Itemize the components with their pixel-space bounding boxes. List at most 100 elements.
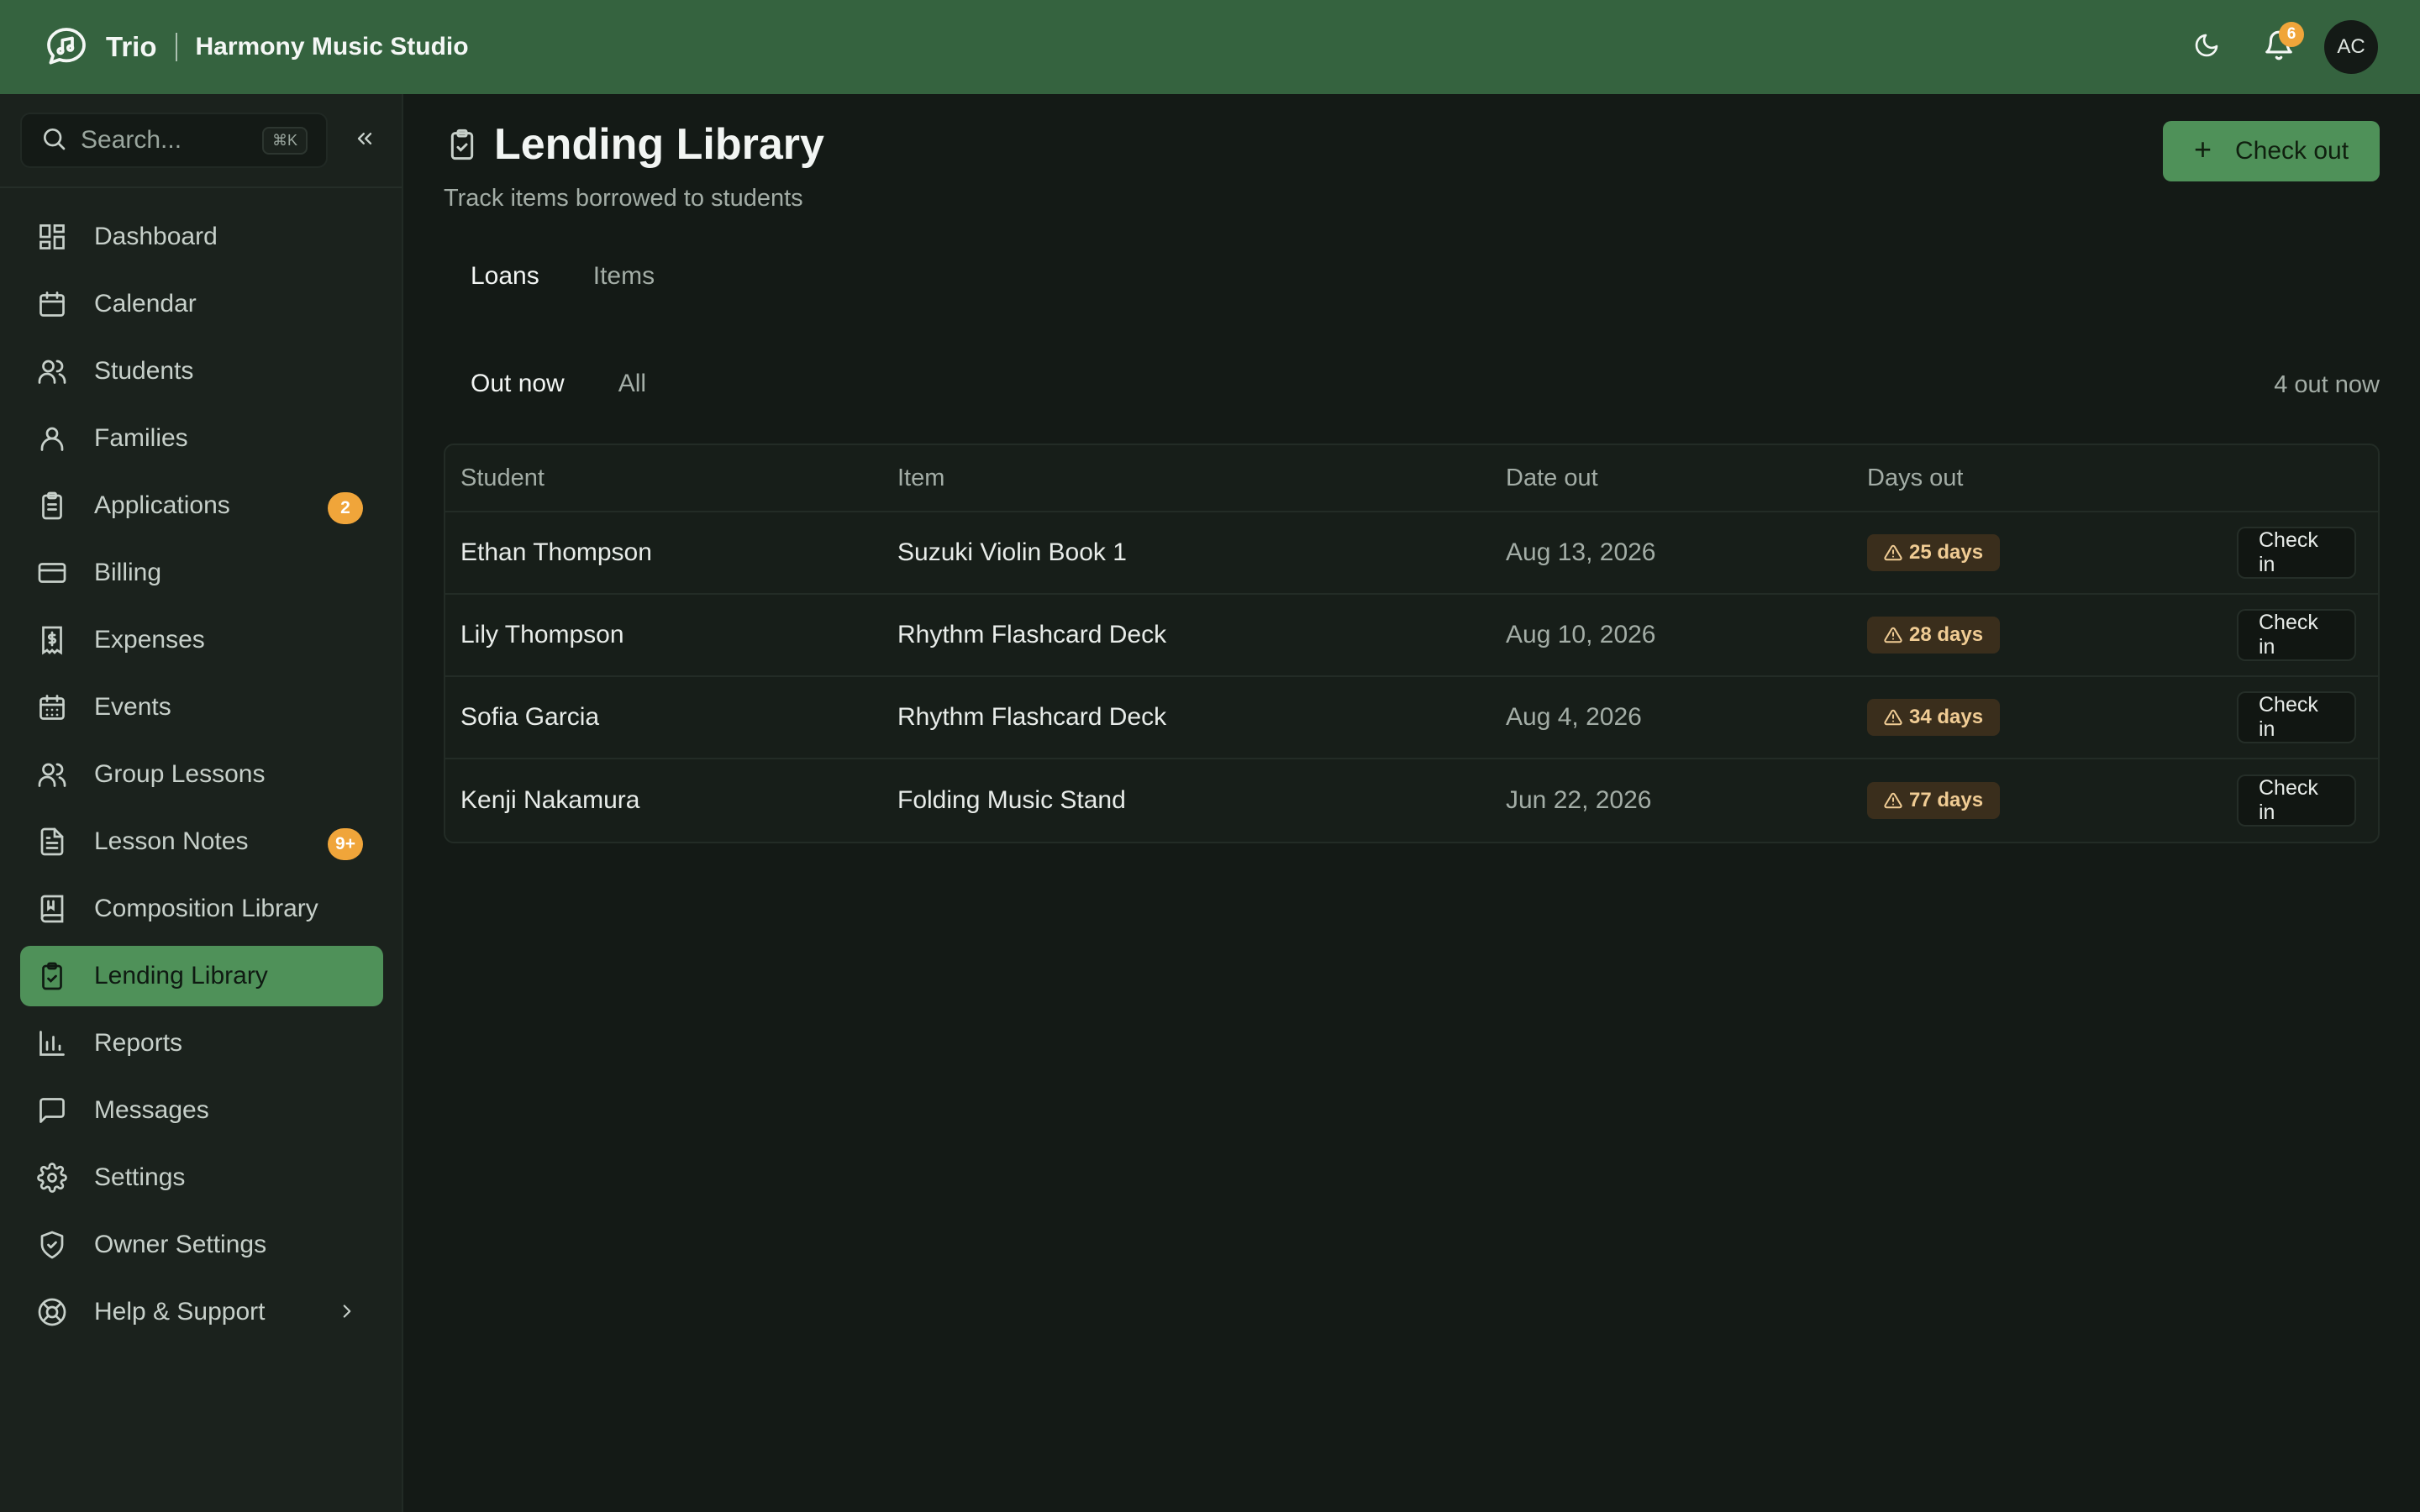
clipboard-check-icon (444, 126, 481, 163)
sidebar-item-group-lessons[interactable]: Group Lessons (20, 744, 383, 805)
sidebar-item-lesson-notes[interactable]: Lesson Notes 9+ (20, 811, 383, 872)
credit-card-icon (35, 556, 69, 590)
overdue-badge: 25 days (1867, 534, 2001, 571)
filter-all[interactable]: All (592, 361, 673, 407)
sidebar-item-label: Billing (94, 559, 162, 586)
sidebar-item-label: Group Lessons (94, 760, 266, 788)
check-in-button[interactable]: Check in (2237, 691, 2356, 743)
sidebar-item-settings[interactable]: Settings (20, 1147, 383, 1208)
notifications-button[interactable]: 6 (2252, 20, 2306, 74)
sidebar-item-messages[interactable]: Messages (20, 1080, 383, 1141)
sidebar-item-applications[interactable]: Applications 2 (20, 475, 383, 536)
clipboard-icon (35, 489, 69, 522)
sidebar-item-label: Lending Library (94, 962, 268, 990)
date-out-cell: Aug 4, 2026 (1506, 703, 1642, 731)
check-in-button[interactable]: Check in (2237, 527, 2356, 579)
sidebar-item-dashboard[interactable]: Dashboard (20, 207, 383, 267)
sidebar-item-label: Composition Library (94, 895, 318, 922)
brand-divider (175, 33, 177, 61)
sidebar-item-owner-settings[interactable]: Owner Settings (20, 1215, 383, 1275)
sidebar-item-label: Students (94, 357, 194, 385)
days-out-value: 28 days (1909, 623, 1984, 646)
app-name: Trio (106, 31, 157, 62)
warning-icon (1884, 626, 1902, 644)
column-header-date-out[interactable]: Date out (1506, 465, 1867, 492)
check-out-button[interactable]: + Check out (2163, 121, 2380, 181)
overdue-badge: 28 days (1867, 617, 2001, 654)
plus-icon: + (2193, 132, 2212, 166)
shield-icon (35, 1228, 69, 1262)
message-icon (35, 1094, 69, 1127)
sidebar-item-calendar[interactable]: Calendar (20, 274, 383, 334)
lifebuoy-icon (35, 1295, 69, 1329)
chevron-right-icon (336, 1300, 358, 1326)
notification-count-badge: 6 (2279, 22, 2304, 47)
overdue-badge: 34 days (1867, 699, 2001, 736)
overdue-badge: 77 days (1867, 782, 2001, 819)
user-avatar[interactable]: AC (2324, 20, 2378, 74)
page-header: Lending Library Track items borrowed to … (444, 119, 824, 213)
sidebar-item-composition-library[interactable]: Composition Library (20, 879, 383, 939)
item-cell: Rhythm Flashcard Deck (897, 621, 1167, 648)
brand[interactable]: Trio Harmony Music Studio (42, 0, 469, 94)
days-out-value: 25 days (1909, 541, 1984, 564)
date-out-cell: Jun 22, 2026 (1506, 786, 1652, 814)
student-cell: Lily Thompson (460, 621, 624, 648)
column-header-student[interactable]: Student (445, 465, 897, 492)
clipboard-check-icon (35, 959, 69, 993)
column-header-days-out[interactable]: Days out (1867, 465, 2237, 492)
theme-toggle-button[interactable] (2180, 20, 2233, 74)
sidebar-item-label: Events (94, 693, 171, 721)
user-icon (35, 422, 69, 455)
sidebar-item-expenses[interactable]: Expenses (20, 610, 383, 670)
loans-count-text: 4 out now (2274, 371, 2380, 398)
student-cell: Sofia Garcia (460, 703, 600, 731)
studio-name: Harmony Music Studio (195, 33, 469, 60)
moon-icon (2193, 32, 2220, 63)
collapse-sidebar-button[interactable] (348, 123, 381, 157)
dashboard-icon (35, 220, 69, 254)
column-header-item[interactable]: Item (897, 465, 1506, 492)
calendar-icon (35, 287, 69, 321)
filter-tabs: Out now All (444, 361, 673, 407)
students-icon (35, 354, 69, 388)
search-shortcut-hint: ⌘K (261, 126, 308, 155)
gear-icon (35, 1161, 69, 1194)
sidebar-nav: Dashboard Calendar Students Families App… (0, 188, 402, 1342)
sidebar-item-events[interactable]: Events (20, 677, 383, 738)
item-cell: Rhythm Flashcard Deck (897, 703, 1167, 731)
sidebar-item-label: Families (94, 424, 188, 452)
sidebar-item-label: Calendar (94, 290, 197, 318)
sidebar-item-billing[interactable]: Billing (20, 543, 383, 603)
tab-items[interactable]: Items (566, 254, 681, 299)
tab-loans[interactable]: Loans (444, 254, 566, 299)
filter-out-now[interactable]: Out now (444, 361, 592, 407)
check-in-button[interactable]: Check in (2237, 609, 2356, 661)
days-out-value: 77 days (1909, 789, 1984, 811)
sidebar-item-label: Lesson Notes (94, 827, 249, 855)
sidebar-item-families[interactable]: Families (20, 408, 383, 469)
days-out-value: 34 days (1909, 706, 1984, 728)
student-cell: Kenji Nakamura (460, 786, 640, 814)
search-placeholder: Search... (81, 126, 182, 154)
sidebar-item-lending-library[interactable]: Lending Library (20, 946, 383, 1006)
table-row: Kenji Nakamura Folding Music Stand Jun 2… (445, 759, 2378, 842)
sidebar-item-reports[interactable]: Reports (20, 1013, 383, 1074)
table-header: Student Item Date out Days out (445, 445, 2378, 512)
sidebar-item-help-support[interactable]: Help & Support (20, 1282, 383, 1342)
sidebar-item-label: Owner Settings (94, 1231, 267, 1258)
main-content: Lending Library Track items borrowed to … (403, 94, 2420, 1512)
check-in-button[interactable]: Check in (2237, 774, 2356, 827)
sidebar-item-students[interactable]: Students (20, 341, 383, 402)
calendar-grid-icon (35, 690, 69, 724)
date-out-cell: Aug 13, 2026 (1506, 538, 1656, 566)
warning-icon (1884, 708, 1902, 727)
sidebar-item-label: Applications (94, 491, 230, 519)
search-input[interactable]: Search... ⌘K (20, 113, 328, 168)
warning-icon (1884, 791, 1902, 810)
table-row: Lily Thompson Rhythm Flashcard Deck Aug … (445, 595, 2378, 677)
bar-chart-icon (35, 1026, 69, 1060)
applications-count-badge: 2 (328, 492, 363, 524)
table-row: Sofia Garcia Rhythm Flashcard Deck Aug 4… (445, 677, 2378, 759)
receipt-icon (35, 623, 69, 657)
